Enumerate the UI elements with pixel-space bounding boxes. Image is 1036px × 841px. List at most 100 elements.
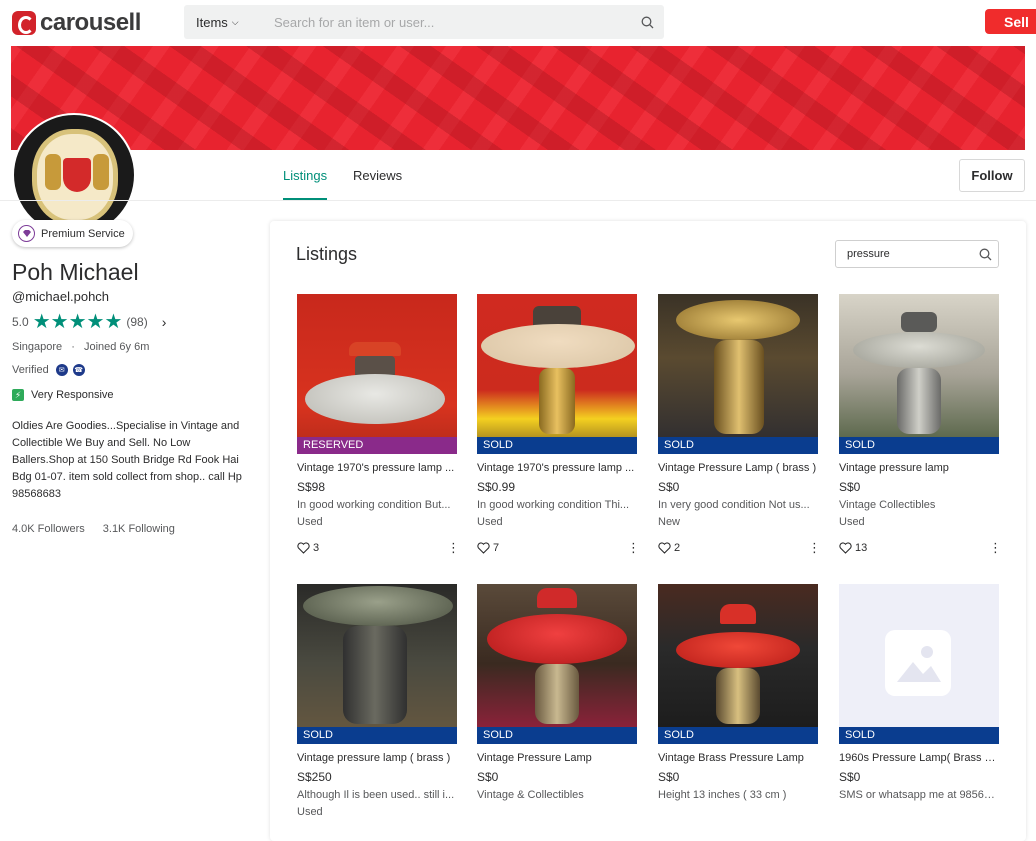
- lamp-shade-icon: [853, 332, 985, 368]
- listing-title[interactable]: Vintage pressure lamp ( brass ): [297, 752, 457, 767]
- listing-price: S$0.99: [477, 480, 516, 494]
- more-options-icon[interactable]: ⋮: [627, 541, 640, 554]
- category-label: Items: [196, 14, 228, 30]
- category-dropdown[interactable]: Items ⌵: [184, 15, 260, 30]
- lamp-vent-icon: [901, 312, 937, 332]
- lamp-globe-icon: [343, 626, 407, 724]
- listing-photo[interactable]: SOLD: [477, 294, 637, 454]
- meta-separator: ·: [71, 341, 75, 353]
- listing-card[interactable]: SOLD Vintage pressure lamp S$0 Vintage C…: [839, 294, 1002, 555]
- listing-condition: New: [658, 516, 681, 528]
- tab-listings[interactable]: Listings: [283, 168, 327, 183]
- listing-photo[interactable]: RESERVED: [297, 294, 457, 454]
- listing-title[interactable]: Vintage Pressure Lamp ( brass ): [658, 462, 818, 477]
- following-count[interactable]: 3.1K Following: [103, 523, 175, 535]
- follow-button[interactable]: Follow: [959, 159, 1025, 192]
- chevron-down-icon: ⌵: [231, 16, 239, 27]
- heart-icon: [658, 542, 671, 554]
- listing-title[interactable]: Vintage Pressure Lamp: [477, 752, 637, 767]
- like-button[interactable]: 7: [477, 542, 499, 554]
- star-icon: ★: [32, 311, 51, 333]
- listing-price: S$0: [658, 770, 680, 784]
- listing-title[interactable]: Vintage 1970's pressure lamp ...: [297, 462, 457, 477]
- rating-summary[interactable]: 5.0 ★ ★ ★ ★ ★ (98) ›: [12, 311, 167, 333]
- verified-label: Verified: [12, 364, 49, 376]
- profile-meta: Singapore · Joined 6y 6m: [12, 341, 149, 353]
- carousell-logo[interactable]: carousell: [12, 9, 141, 37]
- search-icon[interactable]: [630, 5, 664, 39]
- lamp-cap-icon: [537, 588, 577, 608]
- lamp-cap-icon: [349, 342, 401, 356]
- star-icon: ★: [50, 311, 69, 333]
- listing-photo[interactable]: SOLD: [658, 294, 818, 454]
- location: Singapore: [12, 341, 63, 353]
- like-button[interactable]: 2: [658, 542, 680, 554]
- like-button[interactable]: 13: [839, 542, 867, 554]
- more-options-icon[interactable]: ⋮: [808, 541, 821, 554]
- like-count: 2: [674, 542, 681, 554]
- chevron-right-icon[interactable]: ›: [162, 314, 167, 330]
- sell-button[interactable]: Sell: [985, 9, 1036, 34]
- status-badge: RESERVED: [297, 437, 457, 454]
- listing-card[interactable]: SOLD Vintage Pressure Lamp S$0 Vintage &…: [477, 584, 637, 804]
- listing-card[interactable]: SOLD Vintage Brass Pressure Lamp S$0 Hei…: [658, 584, 818, 804]
- listing-actions: 2 ⋮: [658, 541, 821, 555]
- more-options-icon[interactable]: ⋮: [447, 541, 460, 554]
- listing-photo[interactable]: SOLD: [297, 584, 457, 744]
- search-icon[interactable]: [972, 241, 998, 267]
- diamond-icon: [18, 225, 35, 242]
- listing-photo[interactable]: SOLD: [658, 584, 818, 744]
- lamp-shade-icon: [676, 300, 800, 340]
- status-badge: SOLD: [839, 437, 999, 454]
- like-count: 13: [855, 542, 868, 554]
- listing-description: Although Il is been used.. still i...: [297, 789, 455, 801]
- listing-card[interactable]: SOLD Vintage pressure lamp ( brass ) S$2…: [297, 584, 457, 821]
- status-badge: SOLD: [297, 727, 457, 744]
- listing-card[interactable]: SOLD Vintage Pressure Lamp ( brass ) S$0…: [658, 294, 821, 555]
- listing-title[interactable]: Vintage pressure lamp: [839, 462, 999, 477]
- status-badge: SOLD: [658, 437, 818, 454]
- listing-photo[interactable]: SOLD: [477, 584, 637, 744]
- logo-mark-icon: [12, 11, 36, 35]
- more-options-icon[interactable]: ⋮: [989, 541, 1002, 554]
- listing-price: S$0: [658, 480, 680, 494]
- lamp-cap-icon: [720, 604, 756, 624]
- listing-card[interactable]: SOLD Vintage 1970's pressure lamp ... S$…: [477, 294, 640, 555]
- star-icon: ★: [104, 311, 123, 333]
- email-verified-icon: ✉: [55, 364, 68, 376]
- tab-reviews[interactable]: Reviews: [353, 168, 402, 183]
- listing-actions: 13 ⋮: [839, 541, 1002, 555]
- top-navigation: carousell Items ⌵ Sell: [0, 0, 1036, 46]
- listing-condition: Used: [297, 516, 323, 528]
- emblem-lion-icon: [93, 154, 109, 190]
- listing-title[interactable]: Vintage Brass Pressure Lamp: [658, 752, 818, 767]
- listing-description: In good working condition Thi...: [477, 499, 630, 511]
- listing-price: S$98: [297, 480, 326, 494]
- like-count: 3: [313, 542, 320, 554]
- lamp-globe-icon: [714, 340, 764, 434]
- tabs-divider: [0, 200, 1036, 201]
- listing-photo[interactable]: SOLD: [839, 584, 999, 744]
- rating-value: 5.0: [12, 315, 29, 329]
- lamp-shade-icon: [303, 586, 453, 626]
- profile-cover-banner: [11, 46, 1025, 150]
- verified-row: Verified ✉ ☎: [12, 364, 85, 376]
- emblem-lion-icon: [45, 154, 61, 190]
- search-input[interactable]: [260, 14, 630, 30]
- like-button[interactable]: 3: [297, 542, 319, 554]
- listing-title[interactable]: 1960s Pressure Lamp( Brass )....: [839, 752, 999, 767]
- listings-search-input[interactable]: [836, 248, 972, 260]
- avatar: [12, 113, 136, 237]
- listing-card[interactable]: RESERVED Vintage 1970's pressure lamp ..…: [297, 294, 460, 555]
- premium-service-badge[interactable]: Premium Service: [12, 220, 133, 247]
- followers-count[interactable]: 4.0K Followers: [12, 523, 85, 535]
- listings-heading: Listings: [296, 244, 358, 264]
- listing-photo[interactable]: SOLD: [839, 294, 999, 454]
- listing-actions: 3 ⋮: [297, 541, 460, 555]
- lamp-shade-icon: [487, 614, 627, 664]
- listing-card[interactable]: SOLD 1960s Pressure Lamp( Brass ).... S$…: [839, 584, 999, 804]
- lamp-globe-icon: [716, 668, 760, 724]
- listing-title[interactable]: Vintage 1970's pressure lamp ...: [477, 462, 637, 477]
- global-search-bar: Items ⌵: [184, 5, 664, 39]
- premium-label: Premium Service: [41, 227, 125, 240]
